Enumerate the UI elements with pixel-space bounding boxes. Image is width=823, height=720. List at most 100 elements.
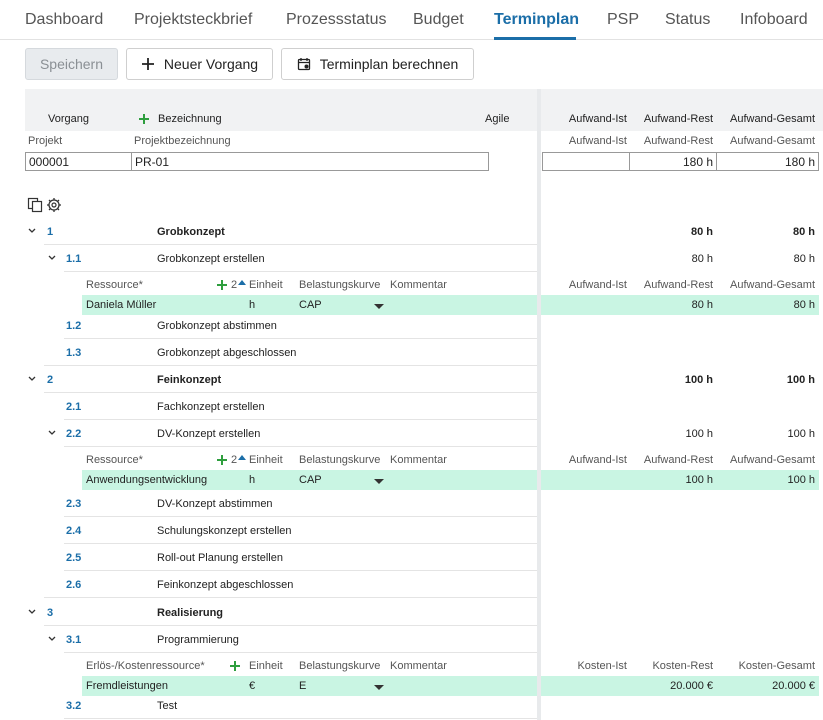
task-name[interactable]: Grobkonzept erstellen	[157, 253, 265, 265]
task-number[interactable]: 2.2	[66, 428, 81, 440]
resource-ist-label: Aufwand-Ist	[568, 454, 627, 466]
project-id-field[interactable]: 000001	[25, 152, 132, 171]
collapse-chevron-icon[interactable]	[27, 607, 37, 617]
pane-splitter[interactable]	[537, 89, 541, 720]
task-gesamt: 80 h	[792, 226, 815, 238]
task-number[interactable]: 3.2	[66, 700, 81, 712]
task-name[interactable]: Feinkonzept	[157, 374, 221, 386]
resource-kommentar-label: Kommentar	[390, 454, 447, 466]
task-name[interactable]: Roll-out Planung erstellen	[157, 552, 283, 564]
tab-infoboard[interactable]: Infoboard	[740, 11, 808, 29]
collapse-chevron-icon[interactable]	[47, 634, 57, 644]
label-aufwand-gesamt: Aufwand-Gesamt	[730, 135, 815, 147]
add-resource-plus-icon[interactable]	[216, 454, 228, 466]
tab-psp[interactable]: PSP	[607, 11, 639, 29]
project-aufwand-rest-field[interactable]: 180 h	[629, 152, 717, 171]
col-bezeichnung[interactable]: Bezeichnung	[158, 113, 222, 125]
label-projekt: Projekt	[28, 135, 63, 147]
resource-name[interactable]: Anwendungsentwicklung	[86, 474, 207, 486]
task-gesamt: 100 h	[786, 374, 815, 386]
kosten-rest-label: Kosten-Rest	[652, 660, 713, 672]
resource-rest-label: Aufwand-Rest	[643, 454, 713, 466]
resource-ist-label: Aufwand-Ist	[568, 279, 627, 291]
task-number[interactable]: 2.5	[66, 552, 81, 564]
task-name[interactable]: Grobkonzept	[157, 226, 225, 238]
collapse-chevron-icon[interactable]	[47, 428, 57, 438]
tab-prozessstatus[interactable]: Prozessstatus	[286, 11, 386, 29]
task-number[interactable]: 1.1	[66, 253, 81, 265]
task-name[interactable]: Feinkonzept abgeschlossen	[157, 579, 293, 591]
col-agile[interactable]: Agile	[485, 113, 509, 125]
tab-status[interactable]: Status	[665, 11, 710, 29]
add-resource-plus-icon[interactable]	[229, 660, 241, 672]
task-name[interactable]: DV-Konzept erstellen	[157, 428, 260, 440]
tab-projektsteckbrief[interactable]: Projektsteckbrief	[134, 11, 252, 29]
resource-name[interactable]: Fremdleistungen	[86, 680, 168, 692]
task-name[interactable]: Fachkonzept erstellen	[157, 401, 265, 413]
resource-kurve[interactable]: E	[299, 680, 306, 692]
resource-einheit[interactable]: €	[249, 680, 255, 692]
kosten-gesamt-label: Kosten-Gesamt	[738, 660, 815, 672]
add-resource-plus-icon[interactable]	[216, 279, 228, 291]
row-divider	[44, 244, 537, 245]
resource-kurve[interactable]: CAP	[299, 299, 322, 311]
task-number[interactable]: 3.1	[66, 634, 81, 646]
task-number[interactable]: 3	[47, 607, 53, 619]
task-number[interactable]: 2.6	[66, 579, 81, 591]
collapse-chevron-icon[interactable]	[27, 226, 37, 236]
task-rest: 80 h	[691, 253, 713, 265]
row-divider	[64, 543, 537, 544]
tab-dashboard[interactable]: Dashboard	[25, 11, 103, 29]
task-name[interactable]: DV-Konzept abstimmen	[157, 498, 273, 510]
sort-asc-icon[interactable]	[238, 280, 246, 285]
calculate-schedule-button[interactable]: Terminplan berechnen	[281, 48, 474, 80]
save-button[interactable]: Speichern	[25, 48, 118, 80]
row-divider	[44, 625, 537, 626]
project-aufwand-ist-field[interactable]	[542, 152, 630, 171]
copy-icon[interactable]	[27, 197, 43, 216]
collapse-chevron-icon[interactable]	[47, 253, 57, 263]
tab-terminplan[interactable]: Terminplan	[494, 11, 579, 29]
task-name[interactable]: Test	[157, 700, 177, 712]
row-divider	[64, 271, 537, 272]
resource-einheit[interactable]: h	[249, 474, 255, 486]
resource-header-label: Ressource*	[86, 279, 143, 291]
task-number[interactable]: 1.2	[66, 320, 81, 332]
task-name[interactable]: Grobkonzept abgeschlossen	[157, 347, 296, 359]
dropdown-caret-icon[interactable]	[374, 479, 384, 484]
sort-asc-icon[interactable]	[238, 455, 246, 460]
cost-resource-header-label: Erlös-/Kostenressource*	[86, 660, 205, 672]
project-name-field[interactable]: PR-01	[131, 152, 489, 171]
new-task-button-label: Neuer Vorgang	[163, 56, 259, 72]
task-number[interactable]: 2.4	[66, 525, 81, 537]
project-aufwand-gesamt-field[interactable]: 180 h	[716, 152, 819, 171]
save-button-label: Speichern	[39, 56, 104, 72]
col-aufwand-gesamt[interactable]: Aufwand-Gesamt	[716, 113, 815, 125]
dropdown-caret-icon[interactable]	[374, 685, 384, 690]
task-number[interactable]: 2.1	[66, 401, 81, 413]
collapse-chevron-icon[interactable]	[27, 374, 37, 384]
gear-icon[interactable]	[46, 197, 62, 216]
task-number[interactable]: 2	[47, 374, 53, 386]
resource-kurve[interactable]: CAP	[299, 474, 322, 486]
resource-einheit[interactable]: h	[249, 299, 255, 311]
tab-bar: Dashboard Projektsteckbrief Prozessstatu…	[0, 0, 823, 40]
task-name[interactable]: Grobkonzept abstimmen	[157, 320, 277, 332]
col-aufwand-ist[interactable]: Aufwand-Ist	[546, 113, 627, 125]
new-task-button[interactable]: Neuer Vorgang	[126, 48, 273, 80]
resource-kommentar-label: Kommentar	[390, 279, 447, 291]
resource-count: 2	[231, 279, 238, 291]
col-vorgang[interactable]: Vorgang	[48, 113, 89, 125]
col-aufwand-rest[interactable]: Aufwand-Rest	[630, 113, 713, 125]
task-name[interactable]: Realisierung	[157, 607, 223, 619]
task-name[interactable]: Schulungskonzept erstellen	[157, 525, 292, 537]
tab-budget[interactable]: Budget	[413, 11, 464, 29]
task-number[interactable]: 1.3	[66, 347, 81, 359]
task-number[interactable]: 2.3	[66, 498, 81, 510]
task-name[interactable]: Programmierung	[157, 634, 239, 646]
resource-name[interactable]: Daniela Müller	[86, 299, 156, 311]
dropdown-caret-icon[interactable]	[374, 304, 384, 309]
task-number[interactable]: 1	[47, 226, 53, 238]
task-rest: 100 h	[684, 374, 713, 386]
add-plus-icon[interactable]	[138, 113, 150, 125]
